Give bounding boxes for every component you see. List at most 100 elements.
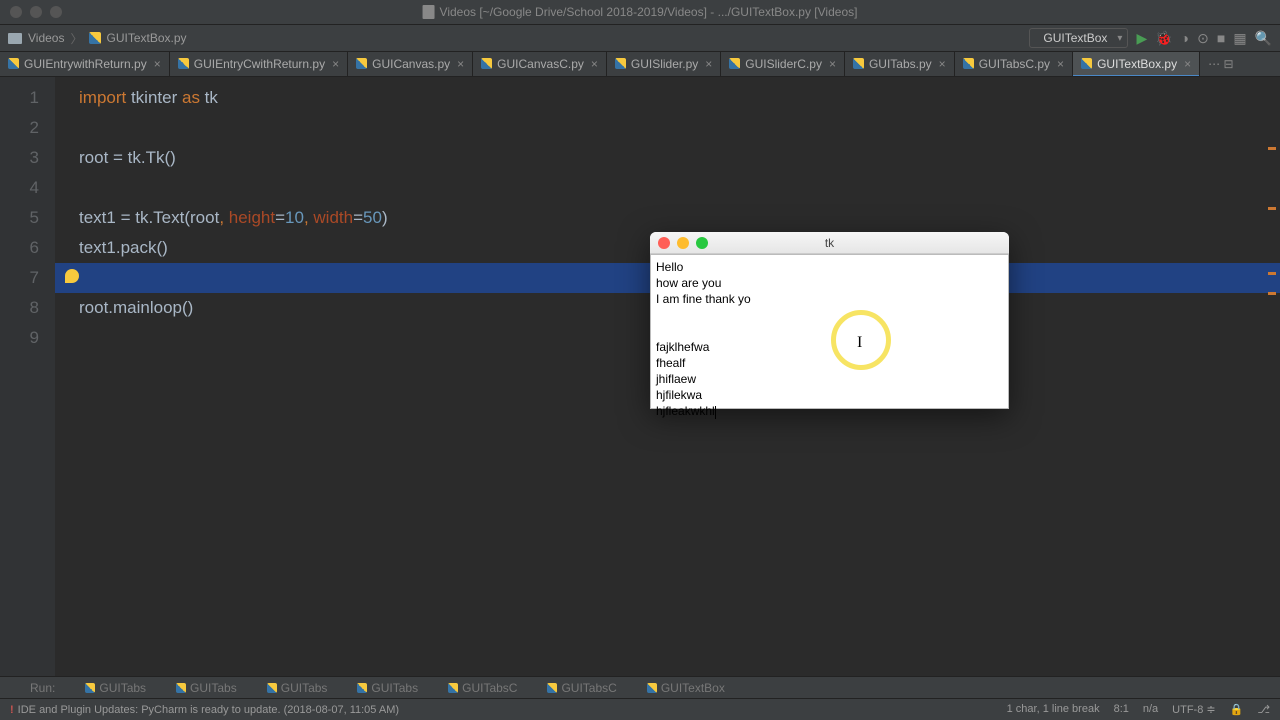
tab-overflow[interactable]: ⋯ ⊟ bbox=[1200, 57, 1241, 71]
tk-titlebar[interactable]: tk bbox=[650, 232, 1009, 254]
code-token: tk bbox=[200, 88, 218, 107]
tab-guislider[interactable]: GUISlider.py× bbox=[607, 52, 721, 76]
status-insert-mode[interactable]: n/a bbox=[1143, 703, 1158, 716]
stop-icon[interactable]: ■ bbox=[1217, 30, 1225, 46]
warning-mark[interactable] bbox=[1268, 207, 1276, 210]
python-file-icon bbox=[8, 58, 19, 69]
document-icon bbox=[423, 5, 435, 19]
coverage-icon[interactable]: ◑ bbox=[1181, 30, 1189, 46]
window-title-text: Videos [~/Google Drive/School 2018-2019/… bbox=[440, 5, 858, 19]
git-branch-icon[interactable]: ⎇ bbox=[1257, 703, 1270, 716]
window-titlebar: Videos [~/Google Drive/School 2018-2019/… bbox=[0, 0, 1280, 25]
close-tab-icon[interactable]: × bbox=[1184, 57, 1191, 71]
run-tab[interactable]: GUITabs bbox=[357, 681, 418, 695]
run-tab[interactable]: GUITabs bbox=[267, 681, 328, 695]
tab-label: GUICanvasC.py bbox=[497, 57, 584, 71]
run-tab[interactable]: GUITabs bbox=[176, 681, 237, 695]
close-window-icon[interactable] bbox=[10, 6, 22, 18]
tab-label: GUISliderC.py bbox=[745, 57, 822, 71]
run-tab-label: GUITabsC bbox=[462, 681, 517, 695]
run-tab[interactable]: GUITabsC bbox=[547, 681, 616, 695]
intention-bulb-icon[interactable] bbox=[65, 269, 79, 283]
python-file-icon bbox=[647, 683, 657, 693]
folder-icon bbox=[8, 33, 22, 44]
lock-icon[interactable]: 🔒 bbox=[1230, 703, 1244, 716]
tab-label: GUITextBox.py bbox=[1097, 57, 1177, 71]
close-tab-icon[interactable]: × bbox=[705, 57, 712, 71]
toolbar: GUITextBox ▶ 🐞 ◑ ⊙ ■ ▦ 🔍 bbox=[1029, 28, 1272, 48]
breadcrumb[interactable]: Videos 〉 GUITextBox.py bbox=[8, 30, 187, 47]
status-selection: 1 char, 1 line break bbox=[1007, 703, 1100, 716]
minimize-icon[interactable] bbox=[677, 237, 689, 249]
close-tab-icon[interactable]: × bbox=[154, 57, 161, 71]
traffic-lights bbox=[0, 6, 62, 18]
minimize-window-icon[interactable] bbox=[30, 6, 42, 18]
tab-guientrycwithreturn[interactable]: GUIEntryCwithReturn.py× bbox=[170, 52, 348, 76]
tool-window-tabs[interactable]: Run: GUITabs GUITabs GUITabs GUITabs GUI… bbox=[0, 676, 1280, 698]
status-message[interactable]: !IDE and Plugin Updates: PyCharm is read… bbox=[10, 704, 399, 716]
run-tab-label: GUITabsC bbox=[561, 681, 616, 695]
python-file-icon bbox=[481, 58, 492, 69]
run-icon[interactable]: ▶ bbox=[1136, 30, 1147, 47]
line-number: 2 bbox=[0, 113, 39, 143]
line-number: 4 bbox=[0, 173, 39, 203]
status-caret-pos[interactable]: 8:1 bbox=[1114, 703, 1129, 716]
tk-text-content: Hello how are you I am fine thank yo faj… bbox=[656, 260, 751, 418]
line-number: 6 bbox=[0, 233, 39, 263]
close-tab-icon[interactable]: × bbox=[591, 57, 598, 71]
tab-guitextbox[interactable]: GUITextBox.py × bbox=[1073, 52, 1200, 76]
code-token: width bbox=[313, 208, 353, 227]
tab-label: GUITabsC.py bbox=[979, 57, 1050, 71]
code-token: root = tk.Tk() bbox=[79, 148, 176, 167]
zoom-window-icon[interactable] bbox=[50, 6, 62, 18]
python-file-icon bbox=[615, 58, 626, 69]
zoom-icon[interactable] bbox=[696, 237, 708, 249]
search-icon[interactable]: 🔍 bbox=[1255, 30, 1272, 47]
tab-guicanvas[interactable]: GUICanvas.py× bbox=[348, 52, 473, 76]
run-config-label: GUITextBox bbox=[1043, 31, 1107, 45]
python-file-icon bbox=[853, 58, 864, 69]
warning-mark[interactable] bbox=[1268, 147, 1276, 150]
code-editor[interactable]: 1 2 3 4 5 6 7 8 9 import tkinter as tk r… bbox=[0, 77, 1280, 698]
code-token: root.mainloop() bbox=[79, 298, 193, 317]
close-tab-icon[interactable]: × bbox=[457, 57, 464, 71]
code-token: tkinter bbox=[126, 88, 182, 107]
run-tab[interactable]: GUITabs bbox=[85, 681, 146, 695]
close-tab-icon[interactable]: × bbox=[332, 57, 339, 71]
tab-guisliderc[interactable]: GUISliderC.py × bbox=[721, 52, 845, 76]
python-file-icon bbox=[448, 683, 458, 693]
run-config-selector[interactable]: GUITextBox bbox=[1029, 28, 1128, 48]
tab-guientrywithreturn[interactable]: GUIEntrywithReturn.py × bbox=[0, 52, 170, 76]
run-tab[interactable]: GUITabsC bbox=[448, 681, 517, 695]
tk-text-widget[interactable]: Hello how are you I am fine thank yo faj… bbox=[650, 254, 1009, 409]
code-token: = bbox=[353, 208, 363, 227]
tab-guitabs[interactable]: GUITabs.py× bbox=[845, 52, 955, 76]
line-number: 8 bbox=[0, 293, 39, 323]
layout-icon[interactable]: ▦ bbox=[1233, 30, 1246, 47]
close-tab-icon[interactable]: × bbox=[939, 57, 946, 71]
run-tab-label: GUITabs bbox=[281, 681, 328, 695]
tab-label: GUIEntrywithReturn.py bbox=[24, 57, 147, 71]
tab-guicanvasc[interactable]: GUICanvasC.py × bbox=[473, 52, 607, 76]
code-token: text1.pack() bbox=[79, 238, 168, 257]
close-tab-icon[interactable]: × bbox=[1057, 57, 1064, 71]
debug-icon[interactable]: 🐞 bbox=[1155, 30, 1172, 47]
run-tab-label: GUITextBox bbox=[661, 681, 725, 695]
close-tab-icon[interactable]: × bbox=[829, 57, 836, 71]
run-tab[interactable]: GUITextBox bbox=[647, 681, 725, 695]
code-token: as bbox=[182, 88, 200, 107]
tab-guitabsc[interactable]: GUITabsC.py × bbox=[955, 52, 1073, 76]
line-gutter: 1 2 3 4 5 6 7 8 9 bbox=[0, 77, 55, 698]
line-number: 3 bbox=[0, 143, 39, 173]
code-token: , bbox=[219, 208, 228, 227]
python-file-icon bbox=[85, 683, 95, 693]
python-file-icon bbox=[176, 683, 186, 693]
profile-icon[interactable]: ⊙ bbox=[1197, 30, 1209, 47]
ibeam-cursor-icon: I bbox=[857, 335, 862, 350]
status-encoding[interactable]: UTF-8 ≑ bbox=[1172, 703, 1215, 716]
breadcrumb-folder[interactable]: Videos bbox=[28, 31, 64, 45]
tk-application-window[interactable]: tk Hello how are you I am fine thank yo … bbox=[650, 232, 1009, 409]
close-icon[interactable] bbox=[658, 237, 670, 249]
breadcrumb-file[interactable]: GUITextBox.py bbox=[107, 31, 187, 45]
line-number: 5 bbox=[0, 203, 39, 233]
